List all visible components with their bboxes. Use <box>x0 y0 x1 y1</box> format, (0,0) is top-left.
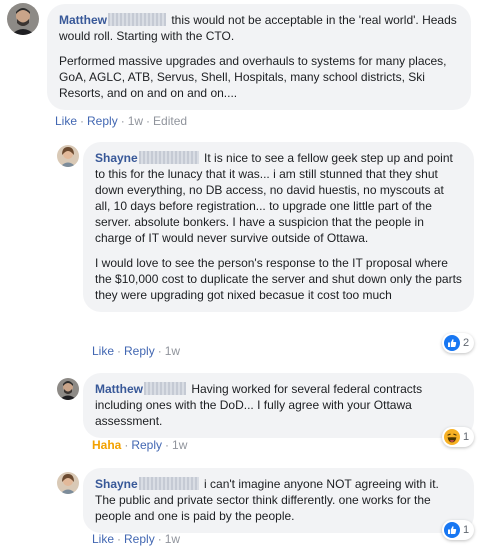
timestamp[interactable]: 1w <box>172 438 187 452</box>
author-name[interactable]: Matthew <box>59 13 107 27</box>
redacted-surname <box>138 151 199 164</box>
comment-actions: Like · Reply · 1w · Edited <box>55 114 188 128</box>
comment-text: Shayne It is nice to see a fellow geek s… <box>95 150 462 246</box>
reaction-summary[interactable]: 1 <box>442 427 475 447</box>
timestamp[interactable]: 1w <box>165 532 180 546</box>
comment-actions: Like · Reply · 1w <box>92 532 181 546</box>
avatar-shayne-icon <box>57 145 79 167</box>
comment-text: Matthew this would not be acceptable in … <box>59 12 459 44</box>
timestamp[interactable]: 1w <box>128 114 143 128</box>
reply-button[interactable]: Reply <box>131 438 162 452</box>
comment-actions: Haha · Reply · 1w <box>92 438 188 452</box>
comment-bubble: Shayne It is nice to see a fellow geek s… <box>83 142 474 312</box>
reply-button[interactable]: Reply <box>124 532 155 546</box>
reaction-summary[interactable]: 2 <box>442 333 475 353</box>
author-name[interactable]: Matthew <box>95 382 143 396</box>
like-reaction-icon <box>444 522 460 538</box>
comment-paragraph: It is nice to see a fellow geek step up … <box>95 151 453 245</box>
redacted-surname <box>108 13 166 26</box>
avatar-matthew[interactable] <box>57 378 79 400</box>
like-button[interactable]: Like <box>92 344 114 358</box>
reaction-summary[interactable]: 1 <box>442 520 475 540</box>
haha-reaction-icon <box>444 429 460 445</box>
comment-paragraph: I would love to see the person's respons… <box>95 256 462 302</box>
avatar-shayne-icon <box>57 472 79 494</box>
edited-label[interactable]: Edited <box>153 114 187 128</box>
like-reaction-icon <box>444 335 460 351</box>
comment-actions: Like · Reply · 1w <box>92 344 181 358</box>
comment-bubble: Shayne i can't imagine anyone NOT agreei… <box>83 468 474 533</box>
comment-paragraph: Performed massive upgrades and overhauls… <box>59 54 447 100</box>
reaction-count: 1 <box>463 431 470 443</box>
like-button[interactable]: Like <box>55 114 77 128</box>
redacted-surname <box>138 477 199 490</box>
avatar-shayne[interactable] <box>57 472 79 494</box>
reaction-count: 2 <box>463 337 470 349</box>
like-button[interactable]: Like <box>92 532 114 546</box>
author-name[interactable]: Shayne <box>95 477 138 491</box>
avatar-matthew[interactable] <box>7 3 39 35</box>
comment-text: Shayne i can't imagine anyone NOT agreei… <box>95 476 462 524</box>
reply-button[interactable]: Reply <box>87 114 118 128</box>
comment-bubble: Matthew this would not be acceptable in … <box>47 4 471 110</box>
author-name[interactable]: Shayne <box>95 151 138 165</box>
redacted-surname <box>144 382 186 395</box>
timestamp[interactable]: 1w <box>165 344 180 358</box>
comment-bubble: Matthew Having worked for several federa… <box>83 373 474 438</box>
haha-button[interactable]: Haha <box>92 438 121 452</box>
avatar-shayne[interactable] <box>57 145 79 167</box>
reply-button[interactable]: Reply <box>124 344 155 358</box>
avatar-matthew-icon <box>7 3 39 35</box>
avatar-matthew-icon <box>57 378 79 400</box>
comment-text: Matthew Having worked for several federa… <box>95 381 462 429</box>
reaction-count: 1 <box>463 524 470 536</box>
